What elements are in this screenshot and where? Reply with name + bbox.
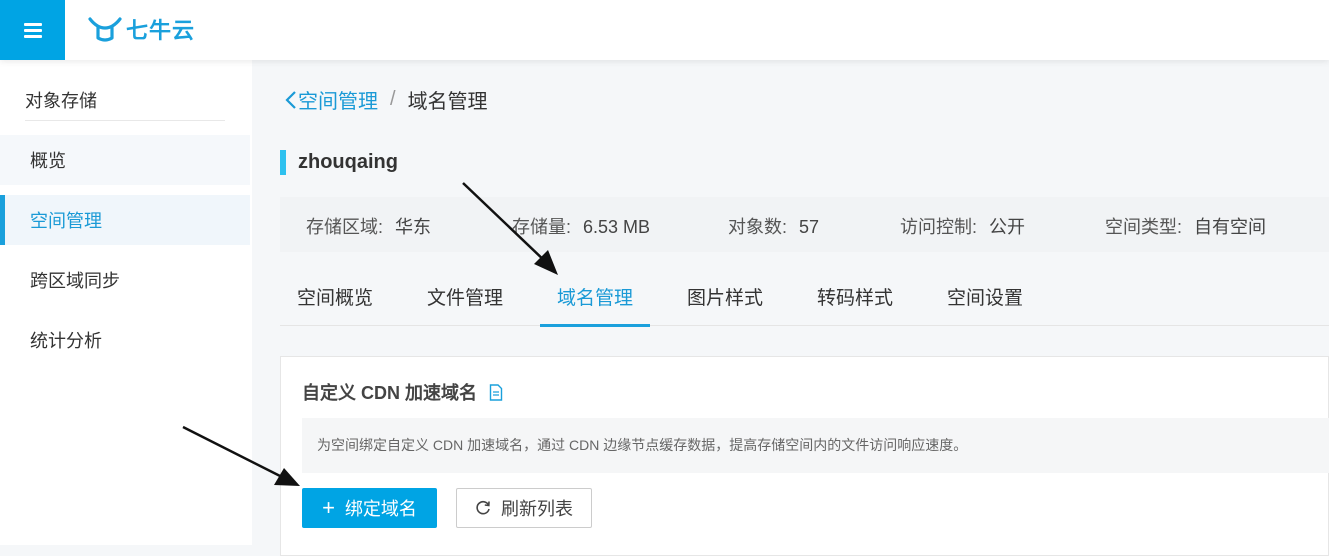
sidebar-item-label: 统计分析 — [30, 331, 102, 351]
logo-text: 七牛云 — [126, 18, 196, 43]
logo-icon — [88, 17, 122, 42]
info-access-control: 访问控制: 公开 — [900, 217, 1026, 237]
document-icon[interactable] — [489, 383, 503, 401]
info-region: 存储区域: 华东 — [306, 217, 432, 237]
breadcrumb-back-label: 空间管理 — [298, 91, 378, 113]
panel-title: 自定义 CDN 加速域名 — [302, 379, 503, 405]
breadcrumb-separator: / — [390, 88, 396, 110]
bucket-tabs: 空间概览 文件管理 域名管理 图片样式 转码样式 空间设置 — [280, 268, 1329, 327]
sidebar-item-label: 空间管理 — [30, 211, 102, 231]
hamburger-icon — [23, 23, 42, 38]
tab-file-management[interactable]: 文件管理 — [410, 268, 520, 326]
menu-button[interactable] — [0, 0, 65, 60]
sidebar-item-overview[interactable]: 概览 — [0, 135, 250, 185]
tab-bucket-settings[interactable]: 空间设置 — [930, 268, 1040, 326]
tab-overview[interactable]: 空间概览 — [280, 268, 390, 326]
logo[interactable]: 七牛云 — [88, 12, 195, 46]
breadcrumb: 空间管理 / 域名管理 — [284, 85, 488, 114]
main-content: 空间管理 / 域名管理 zhouqaing 存储区域: 华东 存储量: 6.53 M… — [252, 60, 1329, 556]
info-object-count: 对象数: 57 — [728, 217, 820, 237]
info-bucket-type: 空间类型: 自有空间 — [1105, 217, 1267, 237]
tab-domain-management[interactable]: 域名管理 — [540, 268, 650, 327]
sidebar: 对象存储 概览 空间管理 跨区域同步 统计分析 — [0, 60, 252, 545]
bind-domain-label: 绑定域名 — [344, 499, 417, 519]
sidebar-title: 对象存储 — [25, 91, 97, 111]
sidebar-divider — [25, 120, 225, 121]
info-storage: 存储量: 6.53 MB — [512, 217, 651, 237]
chevron-left-icon — [285, 90, 296, 109]
sidebar-item-statistics[interactable]: 统计分析 — [0, 315, 250, 365]
bucket-info-row: 存储区域: 华东 存储量: 6.53 MB 对象数: 57 访问控制: 公开 空间类型:… — [280, 197, 1329, 252]
sidebar-item-bucket-management[interactable]: 空间管理 — [0, 195, 250, 245]
sidebar-item-label: 跨区域同步 — [30, 271, 120, 291]
breadcrumb-back-link[interactable]: 空间管理 — [284, 85, 378, 114]
sidebar-item-label: 概览 — [30, 151, 66, 171]
panel-notice: 为空间绑定自定义 CDN 加速域名，通过 CDN 边缘节点缓存数据，提高存储空间… — [302, 418, 1329, 473]
bucket-name: zhouqaing — [298, 151, 398, 173]
bucket-title-accent — [280, 150, 286, 175]
tab-image-styles[interactable]: 图片样式 — [670, 268, 780, 326]
refresh-list-button[interactable]: 刷新列表 — [456, 488, 592, 528]
cdn-domain-panel: 自定义 CDN 加速域名 为空间绑定自定义 CDN 加速域名，通过 CDN 边缘… — [280, 356, 1329, 556]
bind-domain-button[interactable]: + 绑定域名 — [302, 488, 437, 528]
sidebar-item-cross-region-sync[interactable]: 跨区域同步 — [0, 255, 250, 305]
tab-transcode-styles[interactable]: 转码样式 — [800, 268, 910, 326]
refresh-list-label: 刷新列表 — [501, 499, 573, 519]
top-bar: 七牛云 — [0, 0, 1329, 60]
plus-icon: + — [322, 495, 335, 520]
breadcrumb-current: 域名管理 — [407, 91, 488, 113]
refresh-icon — [476, 500, 490, 515]
